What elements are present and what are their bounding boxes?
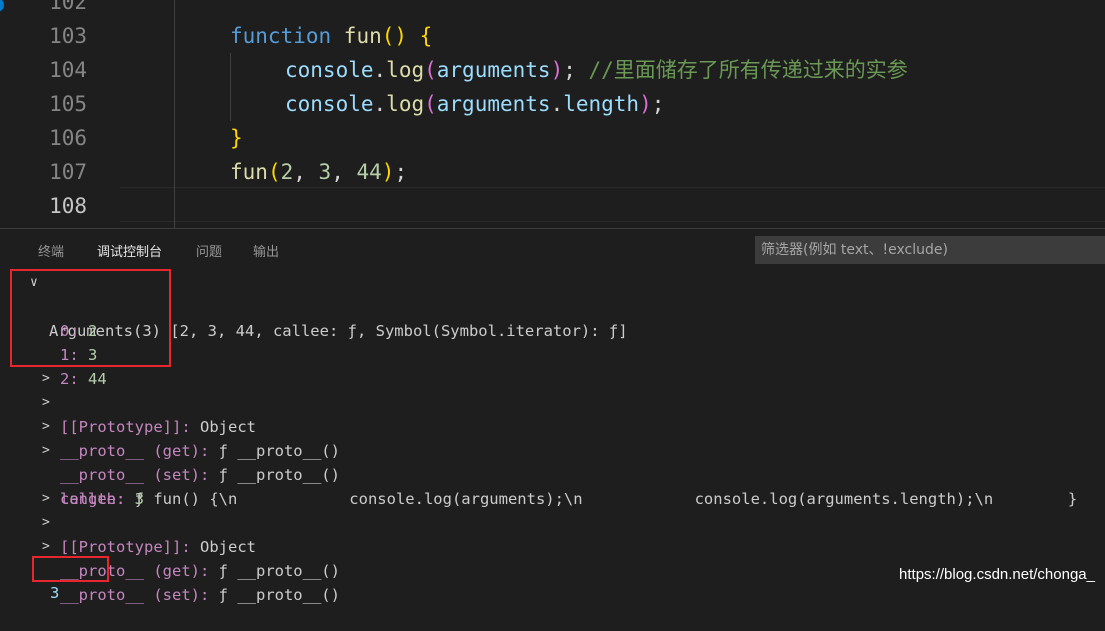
property-key: __proto__ (set): [60, 586, 200, 604]
highlight-box-length-output: [32, 556, 109, 582]
tab-terminal[interactable]: 终端: [38, 241, 64, 260]
code-token: ,: [293, 160, 319, 184]
code-line: 105 console.log(arguments.length);: [0, 87, 1105, 121]
tab-debug-console[interactable]: 调试控制台: [97, 241, 162, 260]
filter-input[interactable]: 筛选器(例如 text、!exclude): [755, 236, 1105, 264]
chevron-right-icon[interactable]: >: [42, 367, 50, 391]
code-token: (: [267, 160, 281, 184]
filter-placeholder: 筛选器(例如 text、!exclude): [761, 242, 948, 258]
highlight-box-arguments: [10, 269, 171, 367]
line-number: 107: [49, 160, 87, 184]
line-number: 108: [49, 194, 87, 218]
console-tree-row[interactable]: > __proto__ (set): ƒ __proto__(): [0, 535, 1105, 604]
console-tree-row[interactable]: > __proto__ (set): ƒ __proto__(): [0, 415, 1105, 484]
code-token: console: [285, 58, 374, 82]
code-token: .: [373, 92, 387, 116]
panel-tabs: 终端 调试控制台 问题 输出: [0, 229, 740, 269]
line-number: 103: [49, 24, 87, 48]
code-line: 104 console.log(arguments); //里面储存了所有传递过…: [0, 53, 1105, 87]
code-token: fun: [230, 160, 268, 184]
line-number: 106: [49, 126, 87, 150]
console-tree-row[interactable]: > [[Prototype]]: Object: [0, 487, 1105, 556]
code-token: length: [563, 92, 640, 116]
code-token: .: [373, 58, 387, 82]
chevron-right-icon[interactable]: >: [42, 439, 50, 463]
code-line: 102: [0, 0, 1105, 19]
code-token: console: [285, 92, 374, 116]
line-number: 104: [49, 58, 87, 82]
code-line: 107 fun(2, 3, 44);: [0, 155, 1105, 189]
code-token: ,: [331, 160, 357, 184]
code-line: 108: [0, 189, 1105, 223]
code-token: fun: [343, 24, 382, 48]
code-token: ;: [563, 58, 589, 82]
console-tree-row: length: 3: [60, 490, 145, 508]
code-text: fun(2, 3, 44);: [230, 155, 407, 189]
code-editor[interactable]: 102 103 function fun() { 104 console.log…: [0, 0, 1105, 228]
console-tree-row[interactable]: > __proto__ (get): ƒ __proto__(): [0, 511, 1105, 580]
code-text: console.log(arguments.length);: [285, 87, 664, 121]
chevron-right-icon[interactable]: >: [42, 415, 50, 439]
line-number: 102: [49, 0, 87, 14]
tab-problems[interactable]: 问题: [196, 241, 222, 260]
code-token: function: [230, 24, 344, 48]
chevron-right-icon[interactable]: >: [42, 487, 50, 511]
code-text: console.log(arguments); //里面储存了所有传递过来的实参: [285, 53, 908, 87]
code-token: 2: [280, 160, 294, 184]
line-number: 105: [49, 92, 87, 116]
code-token: arguments: [436, 58, 551, 82]
code-text: function fun() {: [230, 19, 432, 53]
code-token: 44: [356, 160, 382, 184]
code-token: ): [381, 160, 395, 184]
watermark: https://blog.csdn.net/chonga_: [899, 566, 1095, 583]
code-token: (: [424, 92, 437, 116]
code-token: ;: [651, 92, 665, 116]
code-text: }: [230, 121, 243, 155]
code-token: }: [230, 126, 243, 150]
chevron-right-icon[interactable]: >: [42, 391, 50, 415]
code-token: log: [386, 92, 425, 116]
code-token: ): [639, 92, 652, 116]
code-line: 106 }: [0, 121, 1105, 155]
code-token: (: [424, 58, 437, 82]
property-value: ƒ __proto__(): [218, 586, 340, 604]
code-token: () {: [381, 24, 433, 48]
console-tree-row[interactable]: > callee: ƒ fun() {\n console.log(argume…: [0, 439, 1105, 508]
code-token: arguments: [436, 92, 551, 116]
code-token: log: [386, 58, 425, 82]
output-value: 3: [50, 584, 60, 602]
tab-output[interactable]: 输出: [253, 241, 279, 260]
code-line: 103 function fun() {: [0, 19, 1105, 53]
code-token: ;: [394, 160, 408, 184]
code-token: //里面储存了所有传递过来的实参: [588, 58, 908, 82]
console-tree-row[interactable]: > [[Prototype]]: Object: [0, 367, 1105, 436]
code-token: 3: [318, 160, 332, 184]
chevron-right-icon[interactable]: >: [42, 511, 50, 535]
console-tree-row[interactable]: > __proto__ (get): ƒ __proto__(): [0, 391, 1105, 460]
bottom-panel: 终端 调试控制台 问题 输出 筛选器(例如 text、!exclude) ∨ A…: [0, 228, 1105, 604]
code-token: ): [550, 58, 564, 82]
code-token: .: [550, 92, 564, 116]
